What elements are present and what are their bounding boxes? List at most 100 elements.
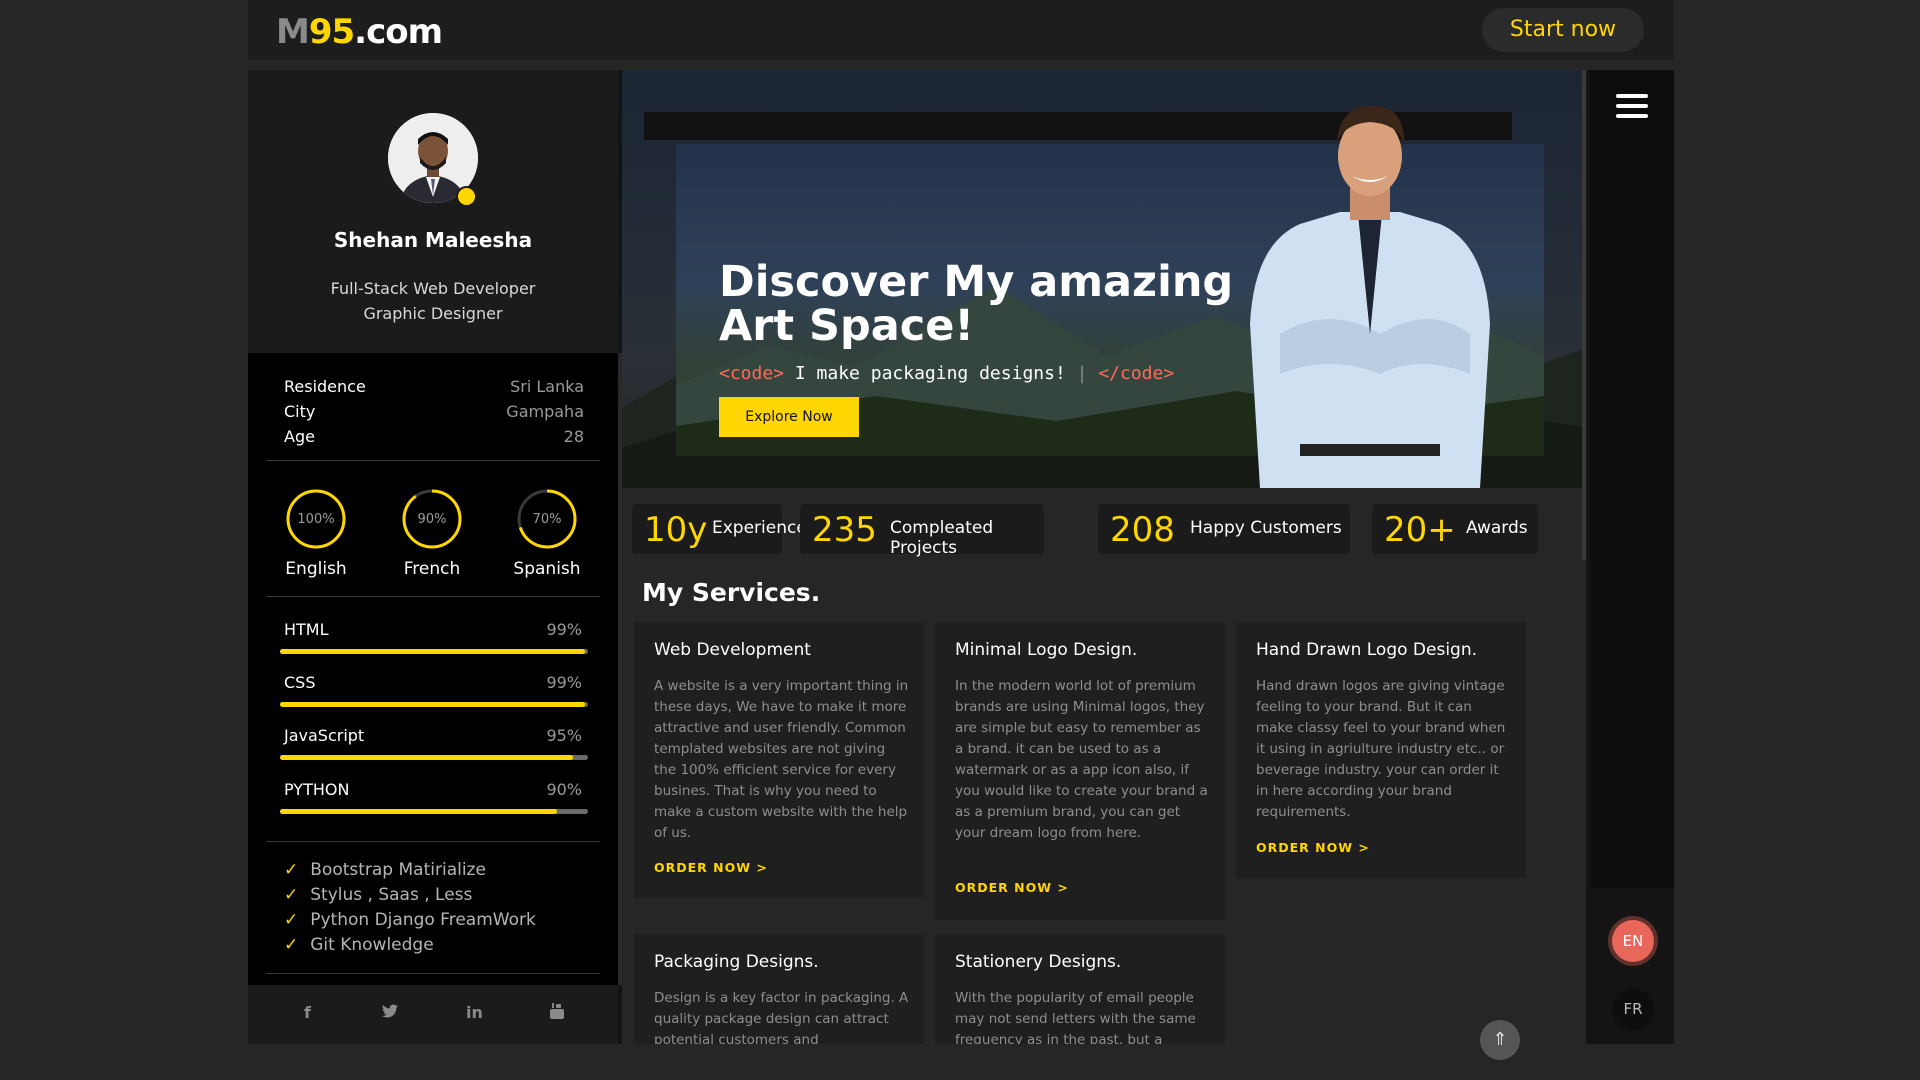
- service-title: Hand Drawn Logo Design.: [1256, 640, 1478, 660]
- info-label: Age: [284, 427, 315, 446]
- check-icon: ✓: [284, 935, 299, 955]
- order-now-link[interactable]: ORDER NOW >: [955, 880, 1069, 895]
- skill-bar-fill: [280, 649, 585, 654]
- main-content: Discover My amazing Art Space! <code> I …: [622, 70, 1586, 1044]
- info-panel: Residence Sri Lanka City Gampaha Age 28 …: [248, 353, 618, 985]
- language-percent: 100%: [297, 512, 334, 527]
- service-title: Packaging Designs.: [654, 952, 819, 972]
- info-value: 28: [563, 427, 584, 446]
- language-label: English: [285, 559, 347, 579]
- online-status-dot: [456, 186, 477, 207]
- service-description: In the modern world lot of premium brand…: [955, 678, 1208, 841]
- hero-title-line: Art Space!: [719, 301, 975, 351]
- skill-percent: 90%: [546, 780, 582, 799]
- service-card: Stationery Designs. With the popularity …: [935, 934, 1225, 1044]
- language-label: Spanish: [513, 559, 581, 579]
- service-title: Minimal Logo Design.: [955, 640, 1138, 660]
- divider: [266, 596, 600, 597]
- stat-card: 10y Experience: [632, 504, 807, 554]
- hero-section: Discover My amazing Art Space! <code> I …: [622, 70, 1586, 488]
- service-title: Stationery Designs.: [955, 952, 1122, 972]
- hero-title: Discover My amazing Art Space!: [719, 260, 1233, 348]
- language-percent: 90%: [418, 512, 447, 527]
- stat-label: Awards: [1466, 518, 1528, 538]
- service-card: Hand Drawn Logo Design. Hand drawn logos…: [1236, 622, 1526, 878]
- site-logo[interactable]: M95.com: [276, 12, 443, 52]
- language-en-button[interactable]: EN: [1612, 920, 1654, 962]
- language-ring-french: 90%: [402, 489, 462, 549]
- language-percent: 70%: [533, 512, 562, 527]
- skill-name: JavaScript: [284, 726, 365, 745]
- stat-label: Experience: [712, 518, 807, 538]
- info-label: City: [284, 402, 316, 421]
- skill-bar-fill: [280, 755, 573, 760]
- explore-now-button[interactable]: Explore Now: [719, 397, 859, 437]
- service-description: With the popularity of email people may …: [955, 990, 1196, 1044]
- knowledge-label: Bootstrap Matirialize: [310, 860, 486, 880]
- knowledge-label: Git Knowledge: [310, 935, 434, 955]
- knowledge-item: ✓ Git Knowledge: [284, 935, 434, 955]
- skill-percent: 99%: [546, 673, 582, 692]
- scroll-to-top-button[interactable]: ⇑: [1480, 1020, 1520, 1060]
- skill-percent: 95%: [546, 726, 582, 745]
- stat-card: 208 Happy Customers: [1098, 504, 1350, 554]
- stat-number: 20+: [1384, 510, 1456, 550]
- service-card: Minimal Logo Design. In the modern world…: [935, 622, 1225, 920]
- logo-number: 95: [308, 12, 355, 52]
- knowledge-label: Python Django FreamWork: [310, 910, 536, 930]
- check-icon: ✓: [284, 885, 299, 905]
- stat-label: Happy Customers: [1190, 518, 1342, 538]
- facebook-icon[interactable]: f: [304, 1003, 311, 1022]
- twitter-icon[interactable]: [382, 1003, 398, 1022]
- service-card: Packaging Designs. Design is a key facto…: [634, 934, 924, 1044]
- knowledge-item: ✓ Stylus , Saas , Less: [284, 885, 472, 905]
- code-open-tag: <code>: [719, 363, 785, 384]
- service-title: Web Development: [654, 640, 811, 660]
- youtube-icon[interactable]: [550, 1003, 564, 1023]
- service-description: Hand drawn logos are giving vintage feel…: [1256, 678, 1506, 820]
- knowledge-label: Stylus , Saas , Less: [310, 885, 473, 905]
- top-bar: M95.com Start now: [248, 0, 1674, 60]
- code-text: I make packaging designs!: [784, 363, 1066, 384]
- skill-bar: [280, 649, 588, 654]
- skill-name: PYTHON: [284, 780, 350, 799]
- language-ring-spanish: 70%: [517, 489, 577, 549]
- social-links: f in: [248, 985, 618, 1044]
- hero-portrait: [1250, 105, 1490, 488]
- language-fr-button[interactable]: FR: [1612, 988, 1654, 1030]
- language-label: French: [403, 559, 461, 579]
- skill-percent: 99%: [546, 620, 582, 639]
- start-now-button[interactable]: Start now: [1482, 8, 1644, 52]
- stat-card: 20+ Awards: [1372, 504, 1538, 554]
- profile-header: Shehan Maleesha Full-Stack Web Developer…: [248, 70, 618, 353]
- skill-bar: [280, 702, 588, 707]
- order-now-link[interactable]: ORDER NOW >: [654, 860, 768, 875]
- rail-top: [1590, 70, 1674, 888]
- hero-title-line: Discover My amazing: [719, 257, 1234, 307]
- service-description: A website is a very important thing in t…: [654, 678, 909, 841]
- menu-icon[interactable]: [1590, 86, 1674, 126]
- main-frame: Shehan Maleesha Full-Stack Web Developer…: [248, 70, 1674, 1060]
- stat-label: Compleated Projects: [890, 518, 994, 558]
- skill-bar: [280, 809, 588, 814]
- stat-number: 208: [1110, 510, 1175, 550]
- skill-bar-fill: [280, 809, 558, 814]
- order-now-link[interactable]: ORDER NOW >: [1256, 840, 1370, 855]
- language-ring-english: 100%: [286, 489, 346, 549]
- logo-domain: .com: [354, 12, 443, 52]
- content-scrollbar[interactable]: [1582, 70, 1586, 560]
- stat-number: 235: [812, 510, 877, 550]
- divider: [266, 841, 600, 842]
- knowledge-item: ✓ Bootstrap Matirialize: [284, 860, 486, 880]
- profile-role: Full-Stack Web Developer: [330, 279, 536, 298]
- right-rail: EN FR: [1590, 70, 1674, 1044]
- service-description: Design is a key factor in packaging. A q…: [654, 990, 909, 1044]
- code-close-tag: </code>: [1098, 363, 1175, 384]
- knowledge-item: ✓ Python Django FreamWork: [284, 910, 536, 930]
- service-card: Web Development A website is a very impo…: [634, 622, 924, 898]
- hero-code-line: <code> I make packaging designs! | </cod…: [719, 363, 1175, 384]
- linkedin-icon[interactable]: in: [466, 1003, 483, 1022]
- profile-name: Shehan Maleesha: [333, 228, 533, 252]
- skill-name: CSS: [284, 673, 316, 692]
- info-value: Sri Lanka: [510, 377, 584, 396]
